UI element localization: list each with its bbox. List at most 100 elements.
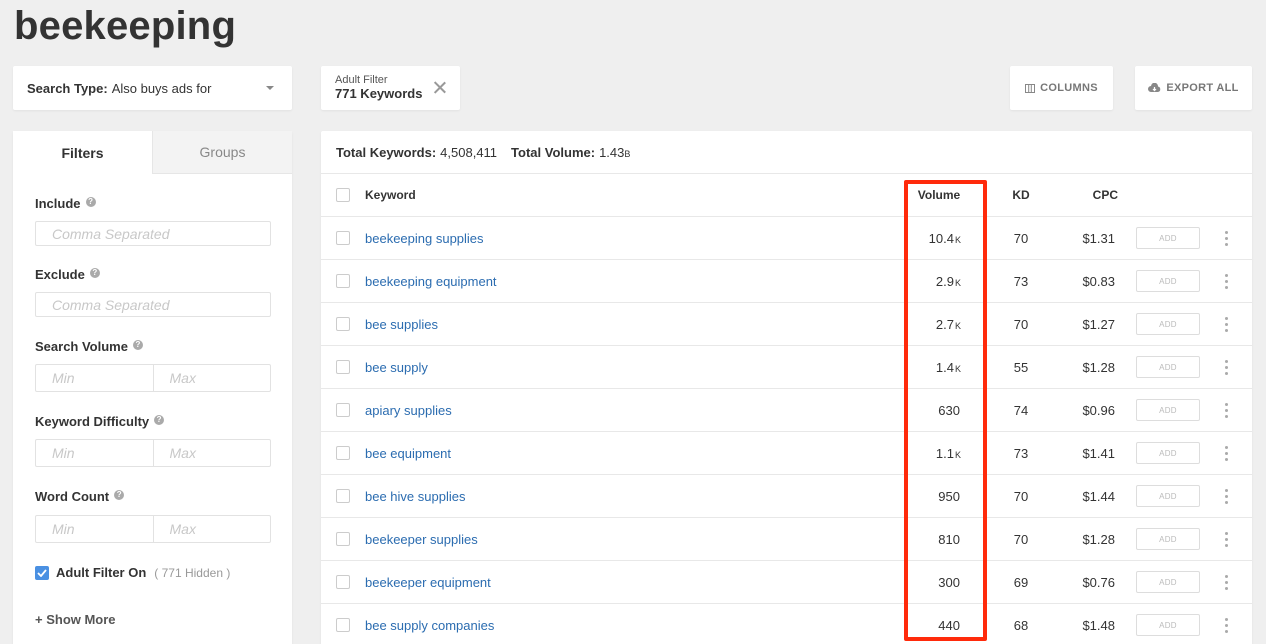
kd-cell: 70 (1013, 488, 1029, 504)
more-options-icon[interactable] (1223, 303, 1229, 345)
search-type-value: Also buys ads for (111, 80, 212, 96)
add-button[interactable]: ADD (1136, 571, 1200, 593)
volume-cell: 950 (938, 488, 960, 504)
row-checkbox[interactable] (336, 260, 350, 302)
search-volume-max-input[interactable]: Max (152, 365, 271, 391)
columns-icon (1025, 83, 1036, 93)
row-checkbox[interactable] (336, 518, 350, 560)
word-count-max-input[interactable]: Max (152, 516, 271, 542)
add-button[interactable]: ADD (1136, 227, 1200, 249)
cpc-cell: $0.76 (1082, 574, 1115, 590)
add-button[interactable]: ADD (1136, 313, 1200, 335)
volume-cell: 2.9 K (935, 273, 961, 289)
show-more-link[interactable]: + Show More (35, 612, 116, 627)
keyword-difficulty-min-input[interactable]: Min (36, 440, 153, 466)
total-keywords-value: 4,508,411 (440, 144, 498, 160)
column-header-cpc[interactable]: CPC (1076, 174, 1118, 216)
search-volume-range: Min Max (35, 364, 271, 392)
cpc-cell: $1.27 (1082, 316, 1115, 332)
volume-cell: 440 (938, 617, 960, 633)
add-button[interactable]: ADD (1136, 614, 1200, 636)
search-volume-label: Search Volume? (35, 339, 143, 354)
help-icon[interactable]: ? (89, 267, 100, 278)
row-checkbox[interactable] (336, 604, 350, 644)
tab-filters[interactable]: Filters (13, 131, 152, 174)
totals-bar: Total Keywords: 4,508,411 Total Volume: … (321, 131, 1252, 174)
include-input[interactable]: Comma Separated (35, 221, 271, 246)
select-all-checkbox[interactable] (336, 174, 350, 216)
adult-filter-label: Adult Filter On (56, 565, 147, 580)
column-header-kd[interactable]: KD (1011, 174, 1031, 216)
row-checkbox[interactable] (336, 432, 350, 474)
tab-groups[interactable]: Groups (152, 131, 292, 174)
more-options-icon[interactable] (1223, 217, 1229, 259)
row-checkbox[interactable] (336, 303, 350, 345)
adult-filter-checkbox[interactable] (35, 565, 49, 580)
add-button[interactable]: ADD (1136, 485, 1200, 507)
keyword-link[interactable]: bee supplies (365, 303, 438, 345)
keyword-link[interactable]: beekeeping equipment (365, 260, 497, 302)
help-icon[interactable]: ? (154, 414, 165, 425)
kd-cell: 74 (1013, 402, 1029, 418)
add-button[interactable]: ADD (1136, 270, 1200, 292)
add-button[interactable]: ADD (1136, 442, 1200, 464)
columns-button-label: COLUMNS (1040, 82, 1098, 94)
row-checkbox[interactable] (336, 389, 350, 431)
column-header-keyword[interactable]: Keyword (365, 174, 416, 216)
search-type-label: Search Type: (27, 80, 108, 96)
word-count-min-input[interactable]: Min (36, 516, 153, 542)
keyword-link[interactable]: apiary supplies (365, 389, 452, 431)
search-type-dropdown[interactable]: Search Type: Also buys ads for (13, 66, 292, 110)
more-options-icon[interactable] (1223, 346, 1229, 388)
exclude-label: Exclude? (35, 267, 100, 282)
total-keywords-label: Total Keywords: (336, 144, 437, 160)
keyword-link[interactable]: beekeeping supplies (365, 217, 484, 259)
table-header-row: Keyword Volume KD CPC (321, 174, 1252, 217)
keyword-link[interactable]: bee equipment (365, 432, 451, 474)
adult-filter-toggle[interactable]: Adult Filter On ( 771 Hidden ) (35, 565, 230, 580)
more-options-icon[interactable] (1223, 604, 1229, 644)
more-options-icon[interactable] (1223, 518, 1229, 560)
adult-filter-chip-value: 771 Keywords (335, 86, 423, 101)
search-volume-min-input[interactable]: Min (36, 365, 153, 391)
help-icon[interactable]: ? (114, 489, 125, 500)
kd-cell: 73 (1013, 445, 1029, 461)
cpc-cell: $1.41 (1082, 445, 1115, 461)
table-row: beekeeper equipment 300 69 $0.76 ADD (321, 561, 1252, 604)
keyword-link[interactable]: beekeeper equipment (365, 561, 491, 603)
kd-cell: 73 (1013, 273, 1029, 289)
add-button[interactable]: ADD (1136, 528, 1200, 550)
row-checkbox[interactable] (336, 561, 350, 603)
table-row: beekeeping supplies 10.4 K 70 $1.31 ADD (321, 217, 1252, 260)
row-checkbox[interactable] (336, 475, 350, 517)
row-checkbox[interactable] (336, 346, 350, 388)
columns-button[interactable]: COLUMNS (1010, 66, 1113, 110)
more-options-icon[interactable] (1223, 260, 1229, 302)
volume-cell: 630 (938, 402, 960, 418)
keyword-link[interactable]: bee supply companies (365, 604, 494, 644)
keyword-difficulty-max-input[interactable]: Max (152, 440, 271, 466)
caret-down-icon (266, 86, 274, 90)
word-count-label: Word Count? (35, 489, 125, 504)
keyword-link[interactable]: bee hive supplies (365, 475, 465, 517)
table-row: bee equipment 1.1 K 73 $1.41 ADD (321, 432, 1252, 475)
column-header-volume[interactable]: Volume (911, 174, 967, 216)
more-options-icon[interactable] (1223, 561, 1229, 603)
table-row: bee hive supplies 950 70 $1.44 ADD (321, 475, 1252, 518)
close-icon[interactable] (434, 81, 446, 93)
add-button[interactable]: ADD (1136, 399, 1200, 421)
exclude-input[interactable]: Comma Separated (35, 292, 271, 317)
more-options-icon[interactable] (1223, 432, 1229, 474)
volume-cell: 810 (938, 531, 960, 547)
keyword-link[interactable]: beekeeper supplies (365, 518, 478, 560)
more-options-icon[interactable] (1223, 475, 1229, 517)
keyword-link[interactable]: bee supply (365, 346, 428, 388)
kd-cell: 70 (1013, 531, 1029, 547)
add-button[interactable]: ADD (1136, 356, 1200, 378)
row-checkbox[interactable] (336, 217, 350, 259)
help-icon[interactable]: ? (85, 196, 96, 207)
export-all-button[interactable]: EXPORT ALL (1135, 66, 1252, 110)
help-icon[interactable]: ? (132, 339, 143, 350)
table-row: beekeeper supplies 810 70 $1.28 ADD (321, 518, 1252, 561)
more-options-icon[interactable] (1223, 389, 1229, 431)
